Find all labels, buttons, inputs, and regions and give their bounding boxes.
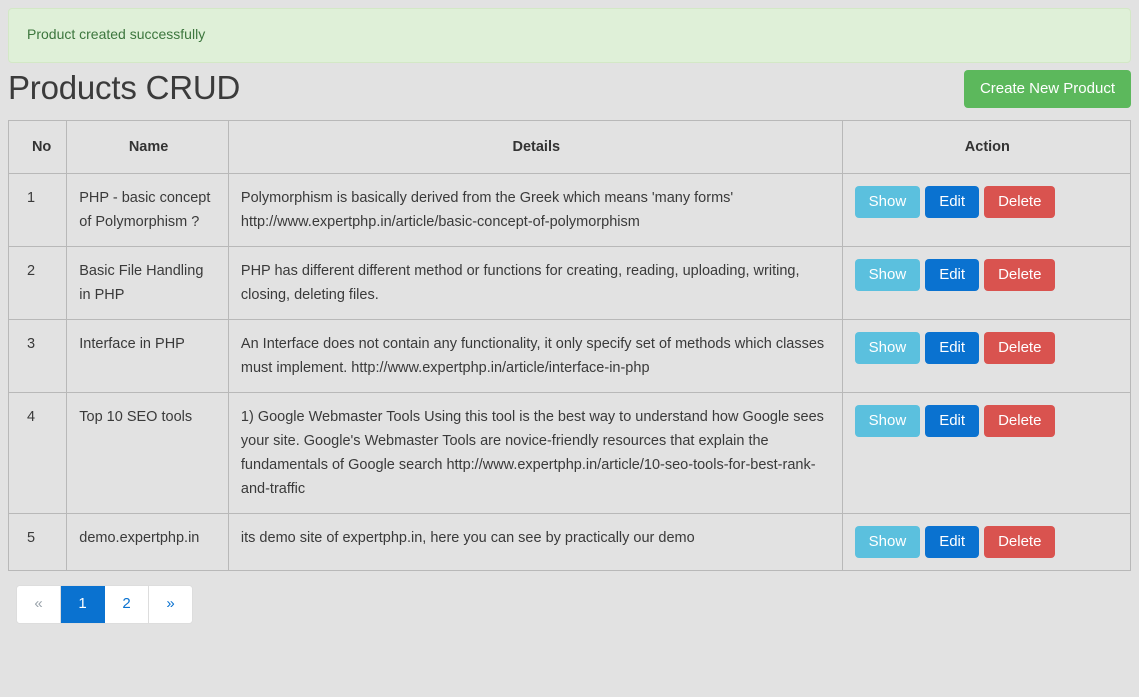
pagination-page-1[interactable]: 1: [61, 586, 105, 623]
create-new-product-button[interactable]: Create New Product: [964, 70, 1131, 108]
show-button[interactable]: Show: [855, 332, 921, 364]
column-header-details: Details: [228, 121, 842, 174]
pagination-next[interactable]: »: [149, 586, 192, 623]
pagination-page-link[interactable]: 1: [61, 586, 105, 623]
edit-button[interactable]: Edit: [925, 186, 979, 218]
cell-no: 1: [9, 174, 67, 247]
cell-actions: ShowEditDelete: [842, 393, 1130, 514]
cell-actions: ShowEditDelete: [842, 320, 1130, 393]
show-button[interactable]: Show: [855, 526, 921, 558]
cell-actions: ShowEditDelete: [842, 174, 1130, 247]
table-row: 5 demo.expertphp.in its demo site of exp…: [9, 514, 1131, 571]
cell-name: PHP - basic concept of Polymorphism ?: [67, 174, 229, 247]
cell-details: 1) Google Webmaster Tools Using this too…: [228, 393, 842, 514]
cell-details: An Interface does not contain any functi…: [228, 320, 842, 393]
edit-button[interactable]: Edit: [925, 332, 979, 364]
edit-button[interactable]: Edit: [925, 405, 979, 437]
pagination-prev[interactable]: «: [17, 586, 61, 623]
cell-details: PHP has different different method or fu…: [228, 247, 842, 320]
cell-no: 3: [9, 320, 67, 393]
pagination-page-link[interactable]: 2: [105, 586, 149, 623]
pagination-container: « 1 2 »: [8, 571, 1131, 627]
page-container: Product created successfully Products CR…: [0, 8, 1139, 627]
products-table: No Name Details Action 1 PHP - basic con…: [8, 120, 1131, 571]
delete-button[interactable]: Delete: [984, 405, 1055, 437]
cell-name: Top 10 SEO tools: [67, 393, 229, 514]
column-header-no: No: [9, 121, 67, 174]
chevron-left-icon[interactable]: «: [17, 586, 61, 623]
cell-actions: ShowEditDelete: [842, 247, 1130, 320]
pagination-page-2[interactable]: 2: [105, 586, 149, 623]
page-title: Products CRUD: [8, 68, 240, 108]
page-header: Products CRUD Create New Product: [8, 63, 1131, 118]
cell-details: Polymorphism is basically derived from t…: [228, 174, 842, 247]
pagination: « 1 2 »: [16, 585, 193, 624]
delete-button[interactable]: Delete: [984, 332, 1055, 364]
table-head: No Name Details Action: [9, 121, 1131, 174]
cell-actions: ShowEditDelete: [842, 514, 1130, 571]
table-row: 3 Interface in PHP An Interface does not…: [9, 320, 1131, 393]
edit-button[interactable]: Edit: [925, 259, 979, 291]
table-row: 4 Top 10 SEO tools 1) Google Webmaster T…: [9, 393, 1131, 514]
cell-no: 4: [9, 393, 67, 514]
cell-no: 2: [9, 247, 67, 320]
table-row: 2 Basic File Handling in PHP PHP has dif…: [9, 247, 1131, 320]
delete-button[interactable]: Delete: [984, 259, 1055, 291]
show-button[interactable]: Show: [855, 186, 921, 218]
delete-button[interactable]: Delete: [984, 186, 1055, 218]
show-button[interactable]: Show: [855, 259, 921, 291]
edit-button[interactable]: Edit: [925, 526, 979, 558]
cell-no: 5: [9, 514, 67, 571]
table-row: 1 PHP - basic concept of Polymorphism ? …: [9, 174, 1131, 247]
cell-name: demo.expertphp.in: [67, 514, 229, 571]
success-alert: Product created successfully: [8, 8, 1131, 63]
cell-name: Interface in PHP: [67, 320, 229, 393]
chevron-right-icon[interactable]: »: [149, 586, 192, 623]
delete-button[interactable]: Delete: [984, 526, 1055, 558]
column-header-action: Action: [842, 121, 1130, 174]
table-header-row: No Name Details Action: [9, 121, 1131, 174]
table-body: 1 PHP - basic concept of Polymorphism ? …: [9, 174, 1131, 571]
show-button[interactable]: Show: [855, 405, 921, 437]
cell-name: Basic File Handling in PHP: [67, 247, 229, 320]
cell-details: its demo site of expertphp.in, here you …: [228, 514, 842, 571]
column-header-name: Name: [67, 121, 229, 174]
alert-message: Product created successfully: [27, 26, 205, 42]
